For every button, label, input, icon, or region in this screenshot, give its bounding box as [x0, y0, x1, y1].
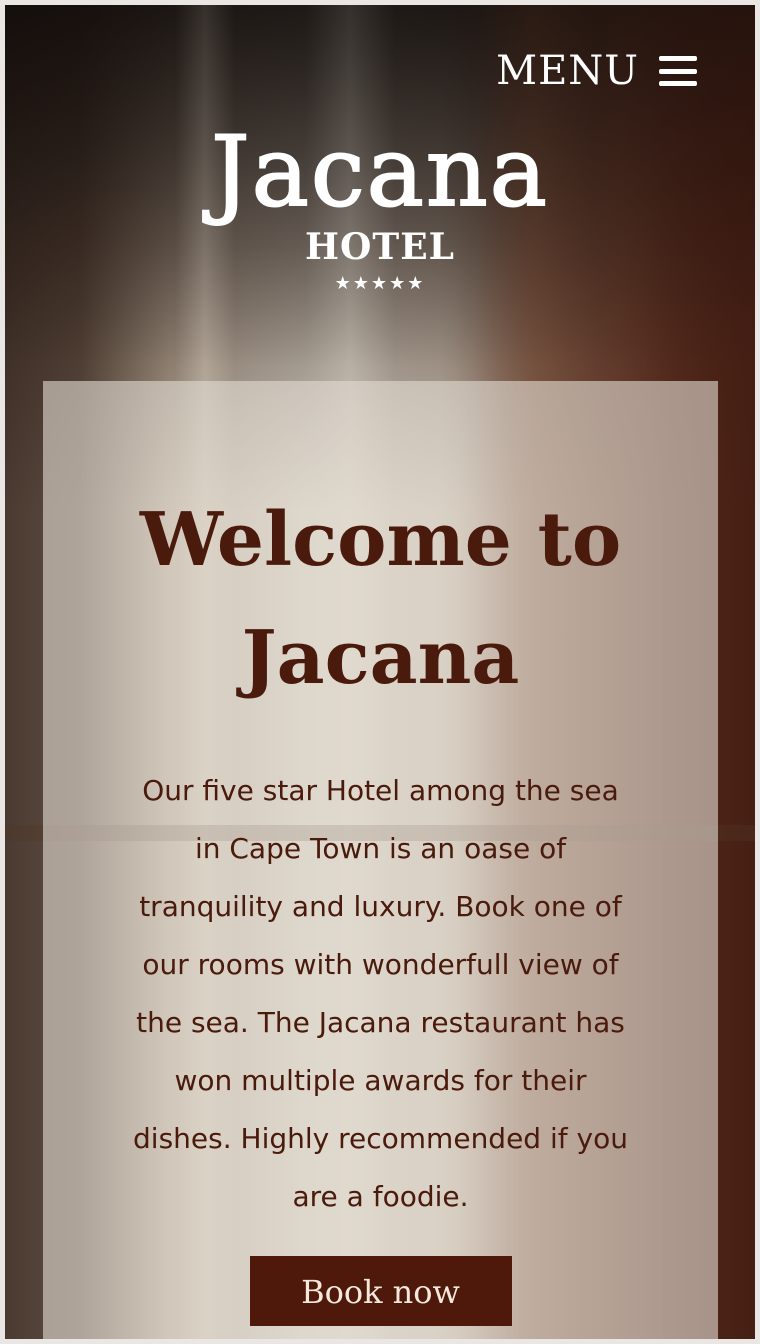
logo-name: Jacana: [211, 116, 549, 228]
welcome-text: Our five star Hotel among the sea in Cap…: [133, 773, 628, 1213]
menu-label: MENU: [496, 48, 639, 94]
hotel-logo[interactable]: Jacana Jacana HOTEL ★★★★★: [5, 116, 755, 295]
hamburger-icon: [659, 56, 697, 86]
welcome-title: Welcome to Jacana: [139, 497, 622, 702]
logo-subtitle: HOTEL: [305, 226, 455, 269]
hero-section: MENU Jacana Jacana HOTEL ★★★★★ Welcome t…: [5, 5, 755, 1339]
star-rating: ★★★★★: [334, 273, 426, 295]
book-now-button[interactable]: Book now: [249, 1255, 512, 1326]
welcome-card: Welcome to Jacana Our five star Hotel am…: [43, 381, 718, 1339]
menu-button[interactable]: MENU: [496, 51, 697, 91]
